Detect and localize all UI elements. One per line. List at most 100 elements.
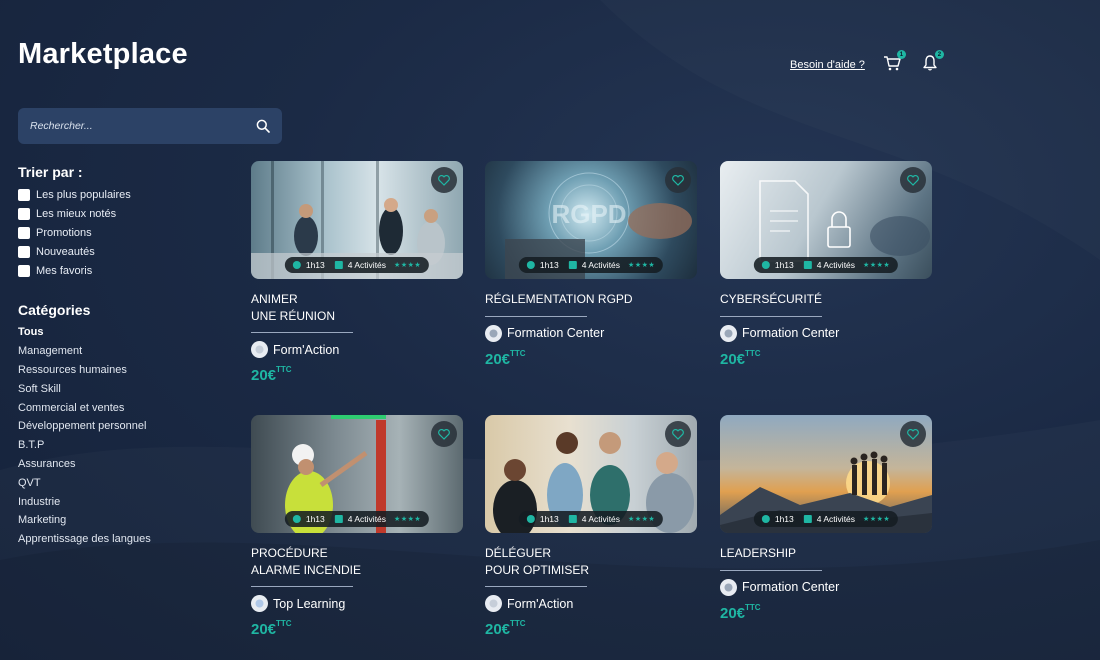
- favorite-button[interactable]: [665, 167, 691, 193]
- cart-badge: 1: [896, 50, 906, 59]
- course-image[interactable]: RGPD 1h13 4 Activités ★★★★: [485, 161, 697, 279]
- price-suffix: TTC: [276, 365, 292, 374]
- course-card[interactable]: RGPD 1h13 4 Activités ★★★★ RÉGLEMENTATIO…: [485, 161, 697, 368]
- favorite-button[interactable]: [431, 167, 457, 193]
- course-title[interactable]: RÉGLEMENTATION RGPD: [485, 291, 697, 308]
- sort-option-promotions[interactable]: Promotions: [18, 224, 131, 243]
- course-provider: Formation Center: [485, 324, 697, 342]
- heart-icon: [672, 428, 684, 440]
- favorite-button[interactable]: [900, 167, 926, 193]
- sort-option-popular[interactable]: Les plus populaires: [18, 186, 131, 205]
- help-link[interactable]: Besoin d'aide ?: [790, 59, 865, 71]
- provider-name: Form'Action: [273, 342, 340, 357]
- course-title[interactable]: LEADERSHIP: [720, 545, 932, 562]
- course-duration: 1h13: [305, 514, 325, 524]
- book-icon: [568, 261, 577, 269]
- category-item-marketing[interactable]: Marketing: [18, 511, 151, 530]
- category-item-soft-skill[interactable]: Soft Skill: [18, 379, 151, 398]
- course-duration: 1h13: [305, 260, 325, 270]
- course-price: 20€TTC: [485, 619, 697, 638]
- category-item-hr[interactable]: Ressources humaines: [18, 361, 151, 380]
- category-item-sales[interactable]: Commercial et ventes: [18, 398, 151, 417]
- course-activities: 4 Activités: [581, 514, 621, 524]
- sort-title: Trier par :: [18, 164, 83, 180]
- price-value: 20€: [720, 604, 746, 622]
- course-image[interactable]: 1h13 4 Activités ★★★★: [485, 415, 697, 533]
- category-item-personal-dev[interactable]: Développement personnel: [18, 417, 151, 436]
- price-value: 20€: [720, 350, 746, 368]
- course-title-line: ALARME INCENDIE: [251, 562, 362, 577]
- favorite-button[interactable]: [665, 421, 691, 447]
- price-value: 20€: [485, 621, 511, 638]
- course-image[interactable]: 1h13 4 Activités ★★★★: [720, 415, 932, 533]
- course-card[interactable]: 1h13 4 Activités ★★★★ LEADERSHIP Formati…: [720, 415, 932, 622]
- course-image[interactable]: 1h13 4 Activités ★★★★: [251, 161, 463, 279]
- course-activities: 4 Activités: [816, 514, 856, 524]
- divider: [485, 586, 587, 587]
- category-item-insurance[interactable]: Assurances: [18, 455, 151, 474]
- divider: [485, 315, 587, 317]
- sort-option-top-rated[interactable]: Les mieux notés: [18, 205, 131, 224]
- course-image[interactable]: 1h13 4 Activités ★★★★: [251, 415, 463, 533]
- course-title-line: LEADERSHIP: [720, 546, 797, 560]
- course-activities: 4 Activités: [581, 260, 621, 270]
- checkbox[interactable]: [18, 245, 30, 258]
- course-title-line: PROCÉDURE: [251, 546, 328, 560]
- course-meta: 1h13 4 Activités ★★★★: [518, 511, 664, 527]
- course-image[interactable]: 1h13 4 Activités ★★★★: [720, 161, 932, 279]
- category-item-industry[interactable]: Industrie: [18, 492, 151, 511]
- provider-name: Form'Action: [507, 596, 574, 611]
- provider-avatar: [720, 324, 737, 342]
- course-provider: Formation Center: [720, 578, 932, 596]
- search-bar: [18, 108, 282, 144]
- course-provider: Top Learning: [251, 595, 463, 612]
- course-title[interactable]: PROCÉDURE ALARME INCENDIE: [251, 545, 463, 578]
- provider-avatar: [485, 324, 502, 342]
- provider-name: Formation Center: [507, 326, 605, 340]
- checkbox[interactable]: [18, 226, 30, 239]
- clock-icon: [292, 515, 301, 523]
- divider: [720, 569, 822, 571]
- book-icon: [334, 515, 343, 523]
- favorite-button[interactable]: [900, 421, 926, 447]
- search-icon[interactable]: [256, 119, 270, 133]
- course-card[interactable]: 1h13 4 Activités ★★★★ ANIMER UNE RÉUNION…: [251, 161, 463, 384]
- price-value: 20€: [485, 350, 511, 368]
- price-suffix: TTC: [276, 619, 292, 628]
- course-card[interactable]: 1h13 4 Activités ★★★★ DÉLÉGUER POUR OPTI…: [485, 415, 697, 638]
- category-item-btp[interactable]: B.T.P: [18, 436, 151, 455]
- category-item-all[interactable]: Tous: [18, 323, 151, 342]
- book-icon: [334, 261, 343, 269]
- search-input[interactable]: [30, 120, 256, 132]
- category-item-qvt[interactable]: QVT: [18, 473, 151, 492]
- course-title-line: UNE RÉUNION: [251, 308, 336, 323]
- notifications-button[interactable]: 2: [919, 50, 944, 74]
- heart-icon: [438, 428, 450, 440]
- course-provider: Form'Action: [251, 341, 463, 358]
- cart-button[interactable]: 1: [881, 50, 906, 74]
- sort-option-new[interactable]: Nouveautés: [18, 242, 131, 261]
- checkbox[interactable]: [18, 189, 30, 202]
- course-activities: 4 Activités: [347, 260, 387, 270]
- sort-option-label: Les plus populaires: [36, 189, 131, 202]
- checkbox[interactable]: [18, 264, 30, 277]
- sort-option-label: Mes favoris: [36, 264, 93, 277]
- divider: [251, 586, 353, 587]
- course-title[interactable]: DÉLÉGUER POUR OPTIMISER: [485, 545, 697, 578]
- course-card[interactable]: 1h13 4 Activités ★★★★ PROCÉDURE ALARME I…: [251, 415, 463, 638]
- favorite-button[interactable]: [431, 421, 457, 447]
- course-card[interactable]: 1h13 4 Activités ★★★★ CYBERSÉCURITÉ Form…: [720, 161, 932, 368]
- course-title[interactable]: ANIMER UNE RÉUNION: [251, 291, 463, 324]
- sort-option-favorites[interactable]: Mes favoris: [18, 261, 131, 280]
- clock-icon: [761, 515, 770, 523]
- course-price: 20€TTC: [251, 619, 463, 638]
- rating-stars: ★★★★: [628, 516, 656, 523]
- header-actions: Besoin d'aide ? 1 2: [790, 50, 957, 74]
- checkbox[interactable]: [18, 208, 30, 221]
- provider-name: Top Learning: [273, 596, 346, 611]
- category-item-management[interactable]: Management: [18, 342, 151, 361]
- category-item-languages[interactable]: Apprentissage des langues: [18, 530, 151, 549]
- price-value: 20€: [251, 621, 277, 638]
- course-title[interactable]: CYBERSÉCURITÉ: [720, 291, 932, 308]
- course-activities: 4 Activités: [816, 260, 856, 270]
